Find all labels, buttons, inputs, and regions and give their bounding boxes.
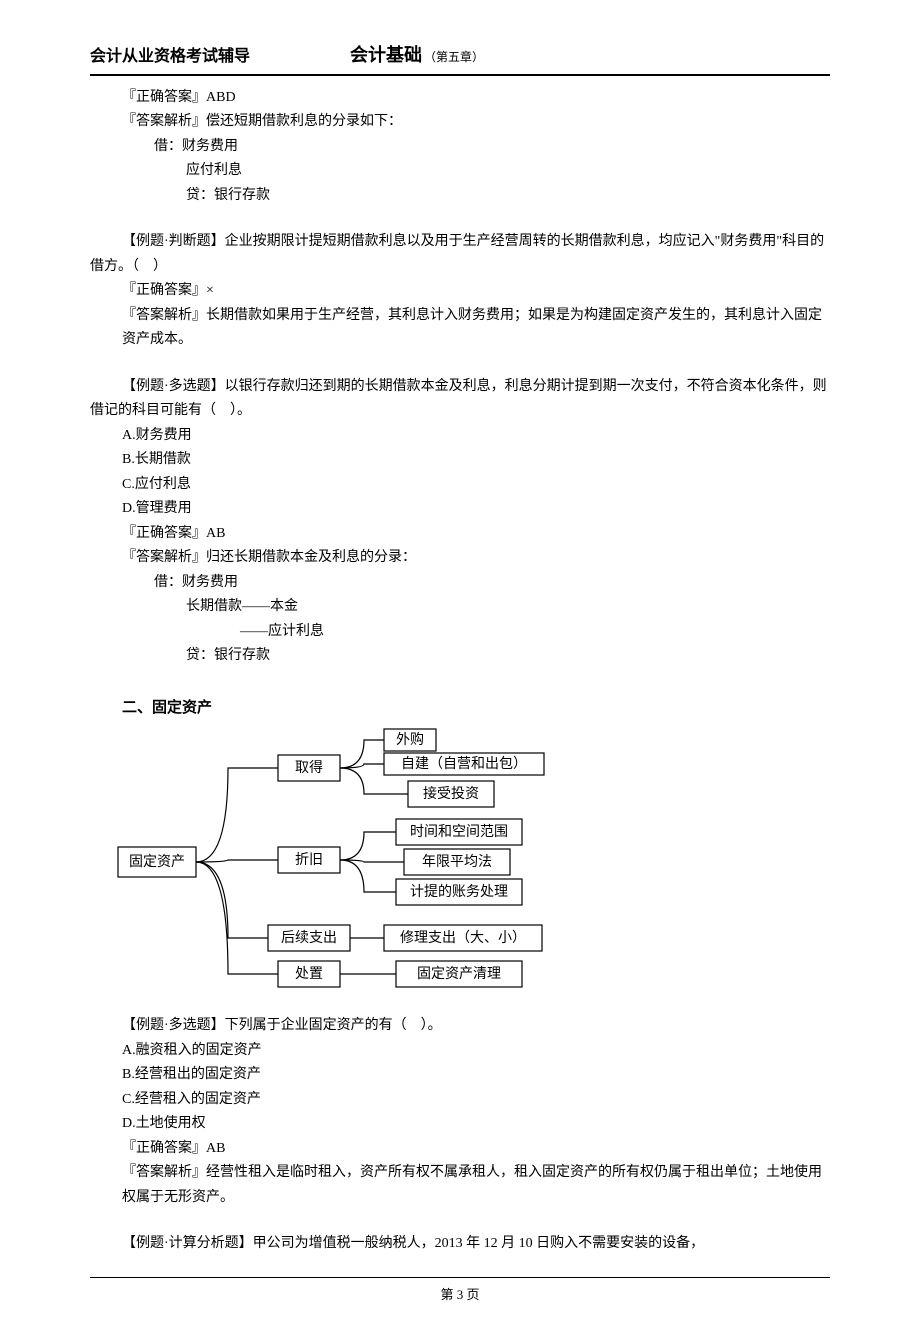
q3-prompt: 【例题·多选题】以银行存款归还到期的长期借款本金及利息，利息分期计提到期一次支付… — [90, 375, 830, 424]
q1-entry-line2: 应付利息 — [90, 159, 830, 184]
diagram-n2: 折旧 — [295, 852, 323, 868]
diagram-l1c: 接受投资 — [423, 785, 479, 802]
diagram-n4: 处置 — [295, 966, 323, 982]
q3-answer: 『正确答案』AB — [90, 522, 830, 547]
q4-optB: B.经营租出的固定资产 — [90, 1063, 830, 1088]
diagram-l2a: 时间和空间范围 — [410, 823, 508, 840]
diagram-l1b: 自建（自营和出包） — [401, 756, 527, 772]
page-header: 会计从业资格考试辅导 会计基础 （第五章） — [90, 40, 830, 76]
fixed-asset-diagram: 固定资产 取得 折旧 后续支出 处置 外购 自建（自营和出包） 接受投资 — [90, 727, 830, 1009]
q4-answer: 『正确答案』AB — [90, 1137, 830, 1162]
diagram-l4a: 固定资产清理 — [417, 966, 501, 982]
header-left: 会计从业资格考试辅导 — [90, 43, 250, 71]
section-2-title: 二、固定资产 — [90, 695, 830, 721]
q1-analysis-label: 『答案解析』偿还短期借款利息的分录如下： — [90, 110, 830, 135]
q2-prompt: 【例题·判断题】企业按期限计提短期借款利息以及用于生产经营周转的长期借款利息，均… — [90, 230, 830, 279]
q3-entry-line2: 长期借款——本金 — [90, 595, 830, 620]
page-number: 第 3 页 — [440, 1287, 479, 1302]
q2-answer: 『正确答案』× — [90, 279, 830, 304]
q3-optA: A.财务费用 — [90, 424, 830, 449]
diagram-l3a: 修理支出（大、小） — [400, 930, 526, 946]
q5-prompt: 【例题·计算分析题】甲公司为增值税一般纳税人，2013 年 12 月 10 日购… — [90, 1232, 830, 1257]
page-footer: 第 3 页 — [90, 1277, 830, 1307]
q3-entry-line4: 贷：银行存款 — [90, 644, 830, 669]
diagram-n3: 后续支出 — [281, 929, 337, 946]
q3-entry-line3: ——应计利息 — [90, 620, 830, 645]
diagram-l1a: 外购 — [396, 732, 424, 748]
q1-entry-line3: 贷：银行存款 — [90, 184, 830, 209]
q4-prompt: 【例题·多选题】下列属于企业固定资产的有（ ）。 — [90, 1014, 830, 1039]
q4-optC: C.经营租入的固定资产 — [90, 1088, 830, 1113]
header-subtitle: （第五章） — [424, 47, 484, 68]
content-body: 『正确答案』ABD 『答案解析』偿还短期借款利息的分录如下： 借：财务费用 应付… — [90, 86, 830, 1257]
q1-answer: 『正确答案』ABD — [90, 86, 830, 111]
q3-optD: D.管理费用 — [90, 497, 830, 522]
q1-entry-line1: 借：财务费用 — [90, 135, 830, 160]
q3-optC: C.应付利息 — [90, 473, 830, 498]
q4-optD: D.土地使用权 — [90, 1112, 830, 1137]
diagram-l2c: 计提的账务处理 — [410, 884, 508, 900]
q4-analysis: 『答案解析』经营性租入是临时租入，资产所有权不属承租人，租入固定资产的所有权仍属… — [90, 1161, 830, 1210]
diagram-l2b: 年限平均法 — [422, 854, 492, 870]
q3-analysis-label: 『答案解析』归还长期借款本金及利息的分录： — [90, 546, 830, 571]
diagram-root: 固定资产 — [129, 854, 185, 870]
q3-optB: B.长期借款 — [90, 448, 830, 473]
header-title: 会计基础 — [350, 40, 422, 72]
diagram-n1: 取得 — [295, 759, 323, 776]
q4-optA: A.融资租入的固定资产 — [90, 1039, 830, 1064]
q2-analysis: 『答案解析』长期借款如果用于生产经营，其利息计入财务费用；如果是为构建固定资产发… — [90, 304, 830, 353]
q3-entry-line1: 借：财务费用 — [90, 571, 830, 596]
